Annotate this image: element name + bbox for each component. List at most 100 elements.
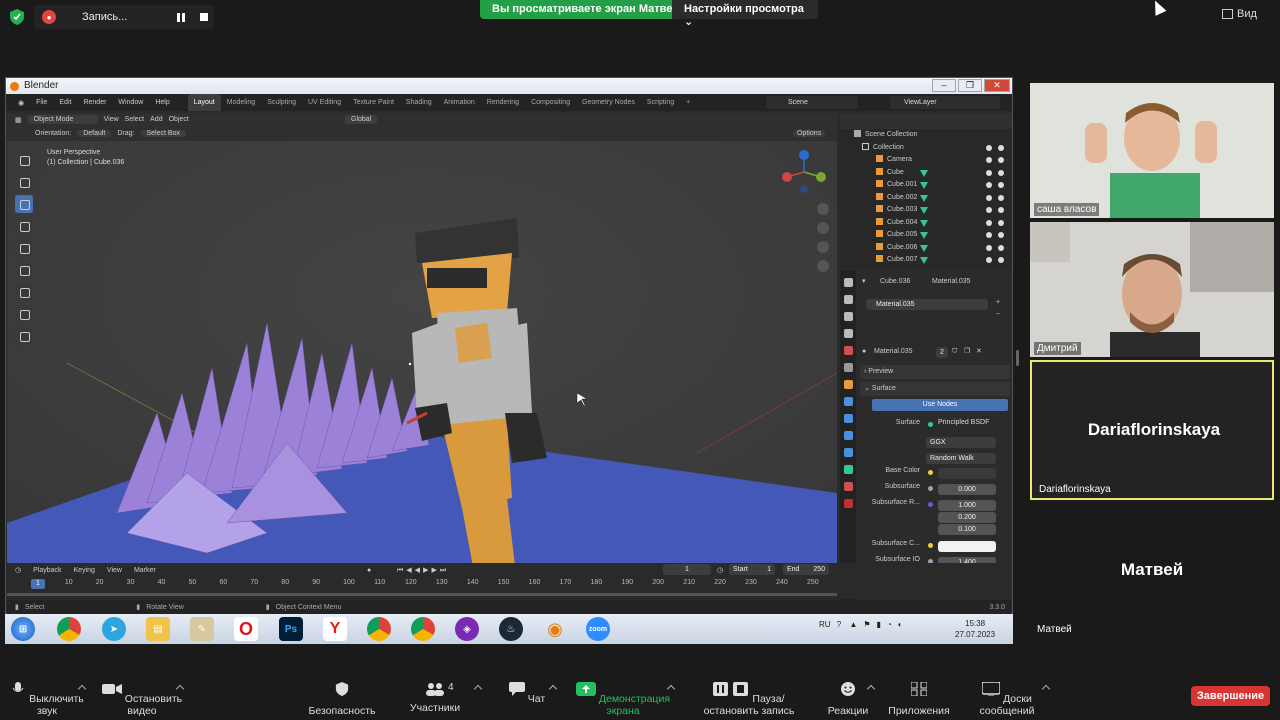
outliner-item[interactable]: Cube.003 — [840, 204, 1012, 217]
menu-view[interactable]: View — [107, 567, 122, 574]
outliner-item[interactable]: Cube.002 — [840, 192, 1012, 205]
zoom-taskbar-icon[interactable]: zoom — [586, 617, 610, 641]
telegram-icon[interactable]: ➤ — [102, 617, 126, 641]
keyframe-record-icon[interactable]: ● — [367, 567, 371, 574]
material-users-count[interactable]: 2 — [936, 347, 948, 358]
camera-view-icon[interactable] — [817, 241, 829, 253]
menu-file[interactable]: File — [30, 99, 53, 106]
end-frame-field[interactable]: End 250 — [783, 564, 829, 575]
stop-video-button[interactable]: Остановить видео — [98, 682, 186, 717]
editor-type-icon[interactable]: ◷ — [15, 566, 21, 574]
opera-icon[interactable]: O — [234, 617, 258, 641]
cursor-tool-icon[interactable] — [15, 173, 33, 191]
remove-slot-icon[interactable]: − — [996, 311, 1000, 318]
blender-logo-menu-icon[interactable]: ◉ — [12, 99, 30, 107]
steam-icon[interactable]: ♨ — [499, 617, 523, 641]
menu-keying[interactable]: Keying — [74, 567, 95, 574]
menu-help[interactable]: Help — [149, 99, 175, 106]
distribution-dropdown[interactable]: GGX — [926, 437, 996, 448]
modifier-tab-icon[interactable] — [844, 397, 853, 406]
participant-tile[interactable]: Матвей Матвей — [1030, 500, 1274, 638]
whiteboards-button[interactable]: Доски сообщений — [960, 681, 1054, 717]
fake-user-icon[interactable]: ⛉ — [952, 345, 957, 359]
subsurface-color-swatch[interactable] — [938, 541, 996, 552]
scene-selector[interactable]: Scene — [766, 96, 858, 109]
orientation-selector[interactable]: Default — [77, 130, 112, 137]
tab-geometry-nodes[interactable]: Geometry Nodes — [576, 99, 641, 106]
visibility-icon[interactable] — [986, 206, 1006, 214]
tab-texture-paint[interactable]: Texture Paint — [347, 99, 400, 106]
tab-scripting[interactable]: Scripting — [641, 99, 680, 106]
close-button[interactable]: ✕ — [984, 79, 1010, 92]
annotate-tool-icon[interactable] — [15, 283, 33, 301]
scene-tab-icon[interactable] — [844, 346, 853, 355]
chevron-up-icon[interactable] — [473, 684, 483, 694]
measure-tool-icon[interactable] — [15, 305, 33, 323]
chevron-up-icon[interactable] — [548, 684, 558, 694]
3d-viewport[interactable]: ▦ Object Mode View Select Add Object Glo… — [7, 113, 837, 563]
tray-icons[interactable]: ▲⚑▮◔◐ — [849, 620, 908, 629]
menu-render[interactable]: Render — [77, 99, 112, 106]
add-cube-tool-icon[interactable] — [15, 327, 33, 345]
transform-orientation-selector[interactable]: Global — [345, 115, 378, 124]
add-workspace-icon[interactable]: + — [680, 99, 696, 106]
tab-uv-editing[interactable]: UV Editing — [302, 99, 347, 106]
menu-window[interactable]: Window — [112, 99, 149, 106]
current-frame-field[interactable]: 1 — [663, 564, 711, 575]
render-tab-icon[interactable] — [844, 295, 853, 304]
participant-tile-active-speaker[interactable]: Dariaflorinskaya Dariaflorinskaya — [1030, 360, 1274, 500]
visibility-icon[interactable] — [986, 181, 1006, 189]
drag-selector[interactable]: Select Box — [140, 130, 186, 137]
material-tab-icon[interactable] — [844, 482, 853, 491]
file-explorer-icon[interactable]: ▤ — [146, 617, 170, 641]
menu-object[interactable]: Object — [169, 116, 189, 123]
surface-shader-field[interactable]: Principled BSDF — [938, 419, 989, 426]
particles-tab-icon[interactable] — [844, 414, 853, 423]
frame-ruler[interactable]: 1102030405060708090100110120130140150160… — [7, 579, 837, 591]
use-nodes-button[interactable]: Use Nodes — [872, 399, 1008, 411]
playhead[interactable]: 1 — [31, 579, 45, 589]
rotate-tool-icon[interactable] — [15, 217, 33, 235]
photoshop-icon[interactable]: Ps — [279, 617, 303, 641]
chrome-profile-icon[interactable] — [367, 617, 391, 641]
blender-taskbar-icon[interactable]: ◉ — [543, 617, 567, 641]
menu-view[interactable]: View — [104, 116, 119, 123]
mute-button[interactable]: Выключить звук — [8, 682, 86, 717]
constraints-tab-icon[interactable] — [844, 448, 853, 457]
outliner-item[interactable]: Cube.006 — [840, 242, 1012, 255]
menu-add[interactable]: Add — [150, 116, 162, 123]
transform-tool-icon[interactable] — [15, 261, 33, 279]
visibility-icon[interactable] — [986, 144, 1006, 152]
outliner-item[interactable]: Cube.005 — [840, 229, 1012, 242]
scale-tool-icon[interactable] — [15, 239, 33, 257]
material-name-field[interactable]: Material.035 — [874, 345, 913, 359]
yandex-icon[interactable]: Y — [323, 617, 347, 641]
help-icon[interactable]: ? — [837, 620, 841, 629]
chrome-icon[interactable] — [57, 617, 81, 641]
physics-tab-icon[interactable] — [844, 431, 853, 440]
outliner-item[interactable]: Cube.001 — [840, 179, 1012, 192]
visibility-icon[interactable] — [986, 219, 1006, 227]
minimize-button[interactable]: – — [932, 79, 956, 92]
data-tab-icon[interactable] — [844, 465, 853, 474]
visibility-icon[interactable] — [986, 231, 1006, 239]
menu-select[interactable]: Select — [125, 116, 144, 123]
share-screen-button[interactable]: Демонстрация экрана — [568, 682, 678, 717]
chat-button[interactable]: Чат — [508, 682, 546, 705]
output-tab-icon[interactable] — [844, 312, 853, 321]
outliner-item[interactable]: Camera — [840, 154, 1012, 167]
outliner-item[interactable]: Cube.007 — [840, 254, 1012, 267]
participants-button[interactable]: 4 Участники — [404, 682, 466, 714]
language-indicator[interactable]: RU — [819, 620, 831, 629]
zoom-view-icon[interactable] — [817, 203, 829, 215]
navigation-gizmo-icon[interactable] — [781, 149, 827, 195]
subsurface-radius-x[interactable]: 1.000 — [938, 500, 996, 511]
maximize-button[interactable]: ❐ — [958, 79, 982, 92]
editor-type-icon[interactable]: ▦ — [15, 116, 22, 124]
tab-animation[interactable]: Animation — [438, 99, 481, 106]
visibility-icon[interactable] — [986, 194, 1006, 202]
visibility-icon[interactable] — [986, 244, 1006, 252]
view-button[interactable]: Вид — [1222, 8, 1257, 20]
object-tab-icon[interactable] — [844, 380, 853, 389]
pan-view-icon[interactable] — [817, 222, 829, 234]
